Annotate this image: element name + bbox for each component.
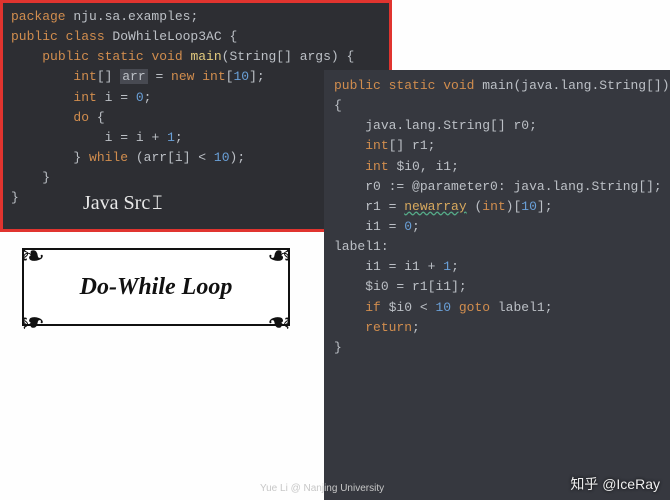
code-line: public class DoWhileLoop3AC { <box>11 27 381 47</box>
code-line: int[] r1; <box>334 136 660 156</box>
code-line: { <box>334 96 660 116</box>
code-line: int $i0, i1; <box>334 157 660 177</box>
code-line: $i0 = r1[i1]; <box>334 277 660 297</box>
java-src-label: Java Src𝙸 <box>83 188 164 219</box>
code-line: label1: <box>334 237 660 257</box>
flourish-icon: ❧ <box>20 244 45 274</box>
code-line: public static void main(String[] args) { <box>11 47 381 67</box>
title-box: ❧ ❧ ❧ ❧ Do-While Loop <box>22 248 290 326</box>
text-cursor-icon: 𝙸 <box>150 192 164 214</box>
code-line: } <box>334 338 660 358</box>
code-line: i1 = i1 + 1; <box>334 257 660 277</box>
code-line: java.lang.String[] r0; <box>334 116 660 136</box>
title-text: Do-While Loop <box>80 274 233 301</box>
flourish-icon: ❧ <box>267 304 292 334</box>
code-line: package nju.sa.examples; <box>11 7 381 27</box>
code-line: if $i0 < 10 goto label1; <box>334 298 660 318</box>
flourish-icon: ❧ <box>20 304 45 334</box>
code-line: return; <box>334 318 660 338</box>
code-line: i1 = 0; <box>334 217 660 237</box>
footer-credit: Yue Li @ Nanjing University <box>260 483 384 494</box>
flourish-icon: ❧ <box>267 244 292 274</box>
code-line: r0 := @parameter0: java.lang.String[]; <box>334 177 660 197</box>
jimple-code: public static void main(java.lang.String… <box>334 76 660 358</box>
jimple-panel: public static void main(java.lang.String… <box>324 70 670 500</box>
code-line: public static void main(java.lang.String… <box>334 76 660 96</box>
code-line: r1 = newarray (int)[10]; <box>334 197 660 217</box>
watermark: 知乎 @IceRay <box>570 474 660 494</box>
